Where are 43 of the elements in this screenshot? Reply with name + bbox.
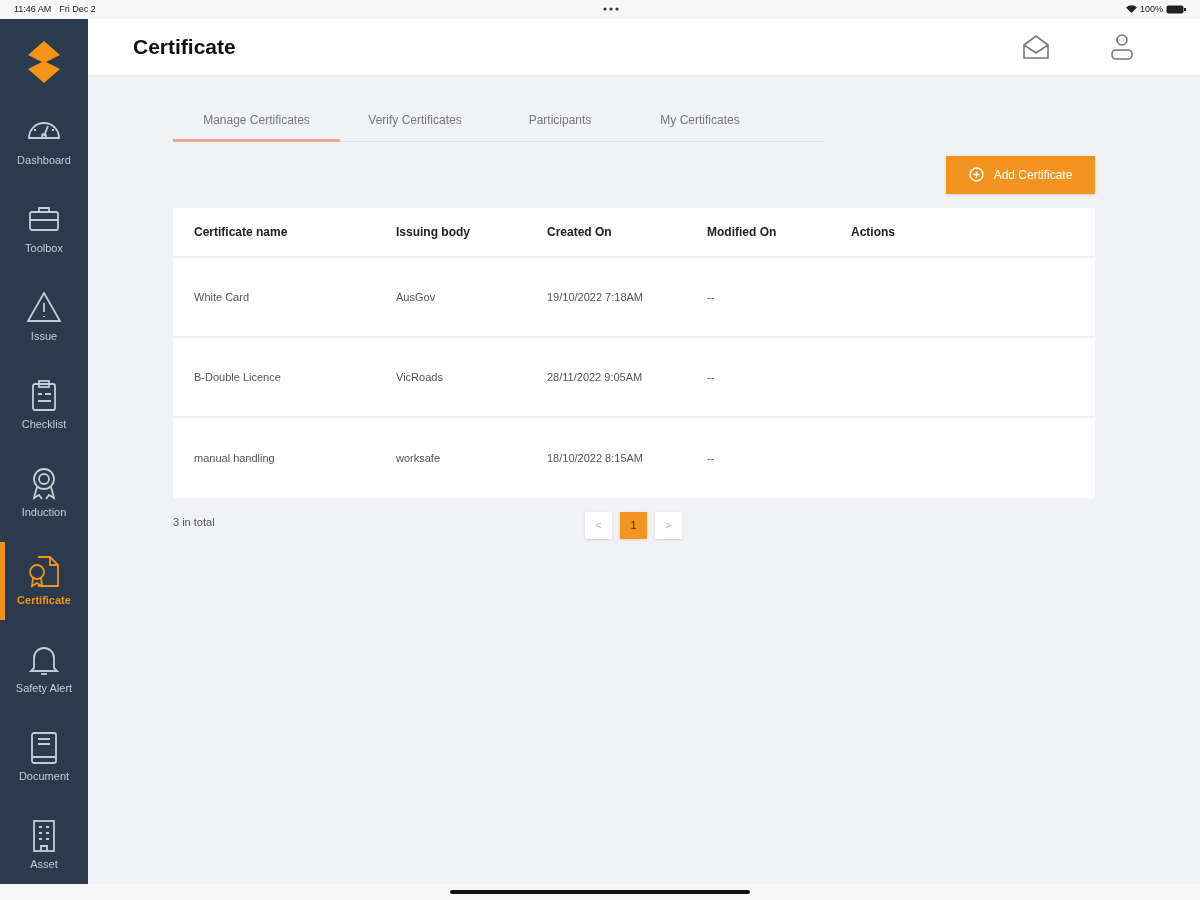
column-header: Actions — [851, 224, 895, 239]
certificate-icon — [26, 553, 62, 590]
tab[interactable]: Verify Certificates — [340, 101, 490, 142]
table-cell: AusGov — [396, 290, 436, 303]
status-time: 11:46 AM — [14, 2, 52, 16]
page-button[interactable]: 1 — [620, 511, 647, 539]
column-header: Certificate name — [194, 224, 288, 239]
table-cell: -- — [707, 370, 715, 383]
table-cell: -- — [707, 290, 715, 303]
table-cell: 19/10/2022 7:18AM — [547, 290, 644, 303]
tab[interactable]: My Certificates — [630, 101, 770, 142]
status-date: Fri Dec 2 — [59, 2, 96, 16]
sidebar-item[interactable]: Asset — [0, 805, 88, 884]
sidebar-item[interactable]: Dashboard — [0, 101, 88, 180]
table-cell: manual handling — [194, 451, 275, 464]
user-icon[interactable] — [1110, 32, 1134, 61]
column-header: Issuing body — [396, 224, 470, 239]
sidebar-item[interactable]: Document — [0, 717, 88, 796]
sidebar-item[interactable]: Safety Alert — [0, 629, 88, 708]
sidebar-item[interactable]: Checklist — [0, 365, 88, 444]
table-cell: B-Double Licence — [194, 370, 281, 383]
tab[interactable]: Manage Certificates — [173, 101, 340, 142]
table-cell: 28/11/2022 9:05AM — [547, 370, 643, 383]
table-cell: -- — [707, 451, 715, 464]
plus-circle-icon — [968, 167, 984, 183]
sidebar-item[interactable]: Certificate — [0, 541, 88, 620]
sidebar-item[interactable]: Induction — [0, 453, 88, 532]
column-header: Modified On — [707, 224, 777, 239]
column-header: Created On — [547, 224, 612, 239]
more-icon — [602, 7, 619, 12]
mail-icon[interactable] — [1022, 33, 1050, 60]
sidebar-item[interactable]: Toolbox — [0, 189, 88, 268]
table-cell: VicRoads — [396, 370, 443, 383]
page-title: Certificate — [133, 34, 237, 61]
table-cell: 18/10/2022 8:15AM — [547, 451, 644, 464]
battery-percent: 100% — [1139, 2, 1163, 16]
battery-icon — [1166, 4, 1186, 14]
sidebar-item[interactable]: Issue — [0, 277, 88, 356]
table-cell: worksafe — [396, 451, 441, 464]
wifi-icon — [1125, 5, 1137, 14]
tab[interactable]: Participants — [490, 101, 630, 142]
total-count: 3 in total — [173, 514, 215, 530]
table-cell: White Card — [194, 290, 250, 303]
